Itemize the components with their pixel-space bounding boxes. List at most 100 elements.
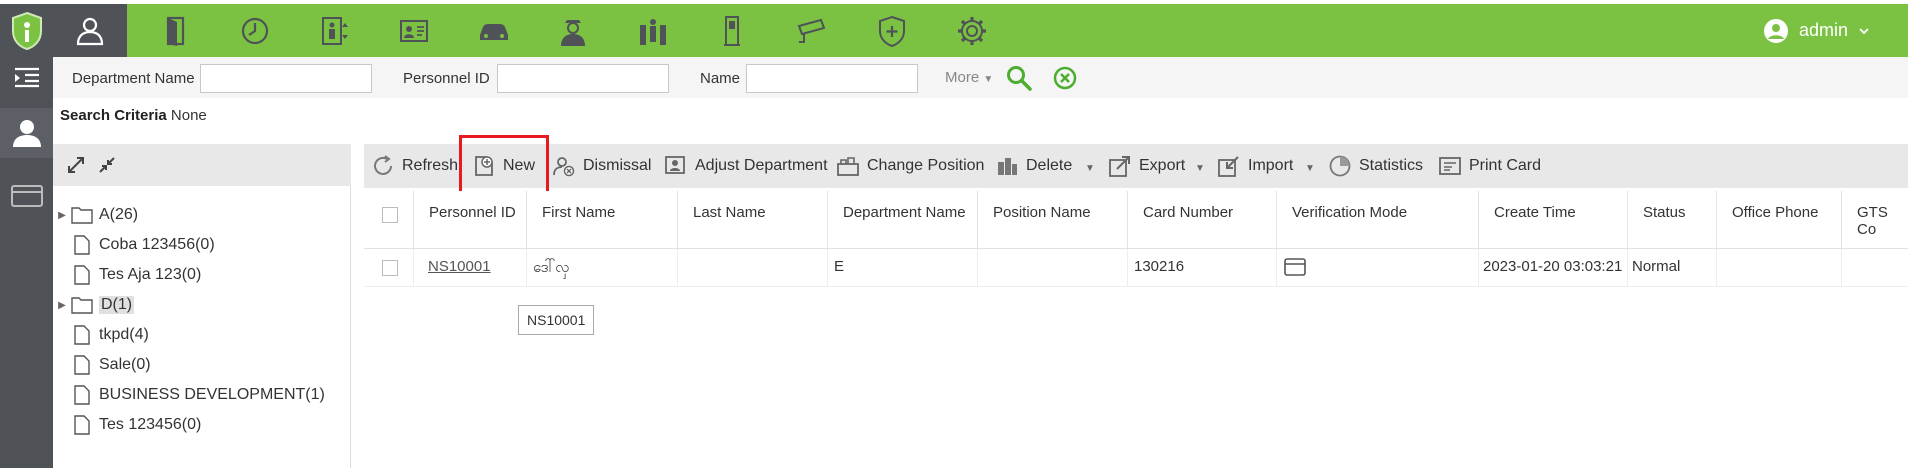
col-verification-mode[interactable]: Verification Mode	[1277, 191, 1479, 249]
nav-video[interactable]	[775, 4, 849, 57]
delete-label: Delete	[1026, 157, 1073, 174]
nav-visitor[interactable]	[377, 4, 451, 57]
caret-down-icon: ▼	[983, 74, 994, 85]
delete-button[interactable]: Delete	[995, 144, 1072, 188]
export-label: Export	[1139, 157, 1186, 174]
col-create-time[interactable]: Create Time	[1479, 191, 1628, 249]
col-position-name[interactable]: Position Name	[978, 191, 1128, 249]
cell-gts	[1842, 249, 1908, 287]
col-gts[interactable]: GTS Co	[1842, 191, 1908, 249]
cell-verification-mode	[1277, 249, 1479, 287]
tree-item[interactable]: Sale(0)	[53, 350, 351, 380]
collapse-all-icon[interactable]	[98, 156, 116, 174]
nav-parking[interactable]	[457, 4, 531, 57]
print-card-button[interactable]: Print Card	[1438, 144, 1541, 188]
search-icon[interactable]	[1005, 64, 1033, 92]
personnel-id-input[interactable]	[497, 64, 669, 93]
nav-patrol[interactable]	[536, 4, 610, 57]
name-input[interactable]	[746, 64, 918, 93]
department-tree: ▶ A(26) Coba 123456(0) Tes Aja 123(0) ▶ D(1) t…	[53, 144, 351, 468]
expand-all-icon[interactable]	[67, 156, 85, 174]
select-all-checkbox[interactable]	[382, 207, 398, 223]
door-access-icon	[166, 16, 185, 46]
tree-item[interactable]: ▶ D(1)	[53, 290, 351, 320]
username: admin	[1798, 20, 1848, 40]
cell-office-phone	[1717, 249, 1842, 287]
clear-search-icon[interactable]	[1052, 65, 1078, 91]
personnel-id-link[interactable]: NS10001	[428, 258, 491, 275]
search-criteria-value: None	[170, 107, 207, 124]
card-icon	[10, 185, 43, 207]
security-shield-icon	[879, 15, 905, 47]
parking-car-icon	[480, 23, 508, 40]
nav-system[interactable]	[935, 4, 1009, 57]
rail-menu-toggle[interactable]	[0, 60, 53, 94]
expand-arrow-icon[interactable]: ▶	[53, 300, 71, 311]
table-row[interactable]: NS10001 ဒေါ်လှ E 130216 2023-01-20 03:03…	[364, 249, 1908, 287]
department-name-input[interactable]	[200, 64, 372, 93]
nav-kiosk[interactable]	[695, 4, 769, 57]
export-dropdown-caret[interactable]: ▼	[1195, 163, 1205, 174]
tree-item[interactable]: ▶ A(26)	[53, 200, 351, 230]
statistics-button[interactable]: Statistics	[1328, 144, 1423, 188]
dismissal-button[interactable]: Dismissal	[552, 144, 651, 188]
file-icon	[71, 325, 93, 345]
row-checkbox[interactable]	[382, 260, 398, 276]
import-button[interactable]: Import	[1217, 144, 1293, 188]
col-status[interactable]: Status	[1628, 191, 1717, 249]
dismiss-user-icon	[553, 157, 575, 177]
rail-personnel[interactable]	[0, 108, 53, 158]
nav-passage[interactable]	[616, 4, 690, 57]
tree-item[interactable]: BUSINESS DEVELOPMENT(1)	[53, 380, 351, 410]
rail-card[interactable]	[0, 176, 53, 216]
tree-item[interactable]: Coba 123456(0)	[53, 230, 351, 260]
adjust-department-button[interactable]: Adjust Department	[664, 144, 828, 188]
department-name-label: Department Name	[72, 70, 195, 87]
tree-item[interactable]: Tes 123456(0)	[53, 410, 351, 440]
file-icon	[71, 415, 93, 435]
cell-last-name	[678, 249, 828, 287]
folder-icon	[71, 205, 93, 225]
search-criteria: Search Criteria None	[60, 107, 207, 124]
expand-arrow-icon[interactable]: ▶	[53, 210, 71, 221]
more-filters-button[interactable]: More ▼	[945, 69, 993, 86]
kiosk-icon	[724, 15, 740, 46]
user-menu[interactable]: admin	[1763, 4, 1870, 57]
new-button[interactable]: New	[472, 144, 535, 188]
nav-attendance[interactable]	[218, 4, 292, 57]
tree-item[interactable]: tkpd(4)	[53, 320, 351, 350]
select-all-column	[364, 191, 414, 249]
nav-security[interactable]	[855, 4, 929, 57]
col-card-number[interactable]: Card Number	[1128, 191, 1277, 249]
shield-logo-icon	[11, 11, 42, 50]
person-icon	[12, 120, 41, 147]
tree-item[interactable]: Tes Aja 123(0)	[53, 260, 351, 290]
tree-item-label: Sale(0)	[99, 356, 151, 373]
export-button[interactable]: Export	[1108, 144, 1185, 188]
col-department-name[interactable]: Department Name	[828, 191, 978, 249]
nav-personnel[interactable]	[53, 4, 127, 57]
cell-personnel-id: NS10001	[414, 249, 527, 287]
app-logo[interactable]	[0, 4, 53, 57]
cell-first-name: ဒေါ်လှ	[527, 249, 678, 287]
nav-access[interactable]	[139, 4, 213, 57]
search-criteria-label: Search Criteria	[60, 107, 167, 124]
nav-elevator[interactable]	[298, 4, 372, 57]
cell-position	[978, 249, 1128, 287]
col-first-name[interactable]: First Name	[527, 191, 678, 249]
chevron-down-icon	[1859, 27, 1869, 34]
delete-dropdown-caret[interactable]: ▼	[1085, 163, 1095, 174]
visitor-card-icon	[400, 19, 428, 42]
col-last-name[interactable]: Last Name	[678, 191, 828, 249]
change-position-button[interactable]: Change Position	[836, 144, 984, 188]
tree-item-label: tkpd(4)	[99, 326, 149, 343]
import-dropdown-caret[interactable]: ▼	[1305, 163, 1315, 174]
settings-gear-icon	[958, 16, 986, 45]
file-icon	[71, 235, 93, 255]
refresh-button[interactable]: Refresh	[371, 144, 458, 188]
add-document-icon	[475, 156, 493, 176]
tree-item-label: Coba 123456(0)	[99, 236, 215, 253]
row-select-cell	[364, 249, 414, 287]
col-office-phone[interactable]: Office Phone	[1717, 191, 1842, 249]
col-personnel-id[interactable]: Personnel ID	[414, 191, 527, 249]
